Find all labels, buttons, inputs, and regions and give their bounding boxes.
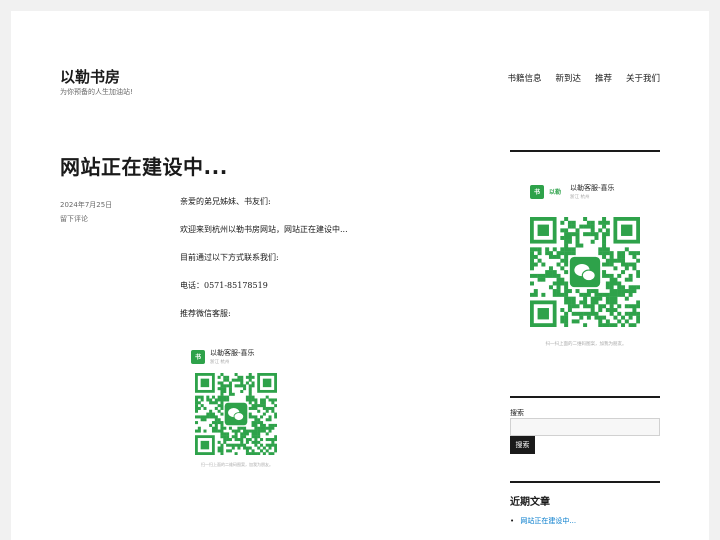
nav-item-new-arrivals[interactable]: 新到达 — [555, 72, 581, 84]
qr-contact-name: 以勒客服-喜乐 — [210, 349, 255, 357]
post-content: 亲爱的弟兄姊妹、书友们: 欢迎来到杭州以勒书房网站，网站正在建设中... 目前通… — [180, 196, 480, 336]
recent-posts-list: 网站正在建设中... — [510, 516, 576, 526]
qr-code-image — [530, 217, 642, 327]
qr-card-header: 书 以勒 以勒客服-喜乐 浙江 杭州 — [530, 183, 642, 200]
widget-divider — [510, 481, 660, 483]
qr-card-header: 书 以勒客服-喜乐 浙江 杭州 — [191, 348, 283, 365]
widget-divider — [510, 150, 660, 152]
page: 以勒书房 为你预备的人生加油站! 书籍信息 新到达 推荐 关于我们 网站正在建设… — [11, 11, 709, 540]
qr-card-article: 书 以勒客服-喜乐 浙江 杭州 扫一扫上面的二维码图案，加我为朋友。 — [191, 348, 283, 468]
qr-contact-name: 以勒客服-喜乐 — [570, 184, 615, 192]
qr-card-sidebar: 书 以勒 以勒客服-喜乐 浙江 杭州 扫一扫上面的二维码图案，加我为朋友。 — [530, 183, 642, 347]
post-date[interactable]: 2024年7月25日 — [60, 198, 112, 212]
brand-logo-text: 以勒 — [549, 189, 562, 196]
site-title[interactable]: 以勒书房 — [60, 66, 120, 87]
qr-contact-region: 浙江 杭州 — [570, 195, 590, 200]
post-meta: 2024年7月25日 留下评论 — [60, 198, 112, 226]
nav-item-about[interactable]: 关于我们 — [626, 72, 660, 84]
list-item: 网站正在建设中... — [510, 516, 576, 526]
post-paragraph: 电话：0571-85178519 — [180, 281, 268, 290]
qr-code-icon — [530, 217, 640, 327]
post-paragraph: 亲爱的弟兄姊妹、书友们: — [180, 197, 271, 206]
nav-item-books[interactable]: 书籍信息 — [507, 72, 541, 84]
qr-code-icon — [195, 373, 277, 455]
main-nav: 书籍信息 新到达 推荐 关于我们 — [507, 72, 660, 84]
qr-contact-region: 浙江 杭州 — [210, 360, 230, 365]
widget-divider — [510, 396, 660, 398]
recent-posts-title: 近期文章 — [510, 497, 550, 508]
qr-caption: 扫一扫上面的二维码图案，加我为朋友。 — [201, 462, 273, 467]
wechat-logo-icon: 书 — [191, 349, 205, 364]
qr-code-image — [195, 373, 283, 455]
site-description: 为你预备的人生加油站! — [60, 88, 133, 96]
post-title[interactable]: 网站正在建设中... — [60, 151, 228, 180]
nav-item-recommend[interactable]: 推荐 — [595, 72, 612, 84]
wechat-logo-icon: 书 — [530, 184, 544, 199]
comment-link[interactable]: 留下评论 — [60, 212, 112, 226]
post-paragraph: 目前通过以下方式联系我们: — [180, 253, 279, 262]
search-input[interactable] — [510, 418, 660, 436]
recent-post-link[interactable]: 网站正在建设中... — [520, 517, 576, 525]
search-button[interactable]: 搜索 — [510, 436, 535, 454]
qr-caption: 扫一扫上面的二维码图案，加我为朋友。 — [545, 342, 627, 347]
post-paragraph: 欢迎来到杭州以勒书房网站，网站正在建设中... — [180, 225, 348, 234]
post-paragraph: 推荐微信客服: — [180, 309, 231, 318]
search-label: 搜索 — [510, 409, 524, 417]
